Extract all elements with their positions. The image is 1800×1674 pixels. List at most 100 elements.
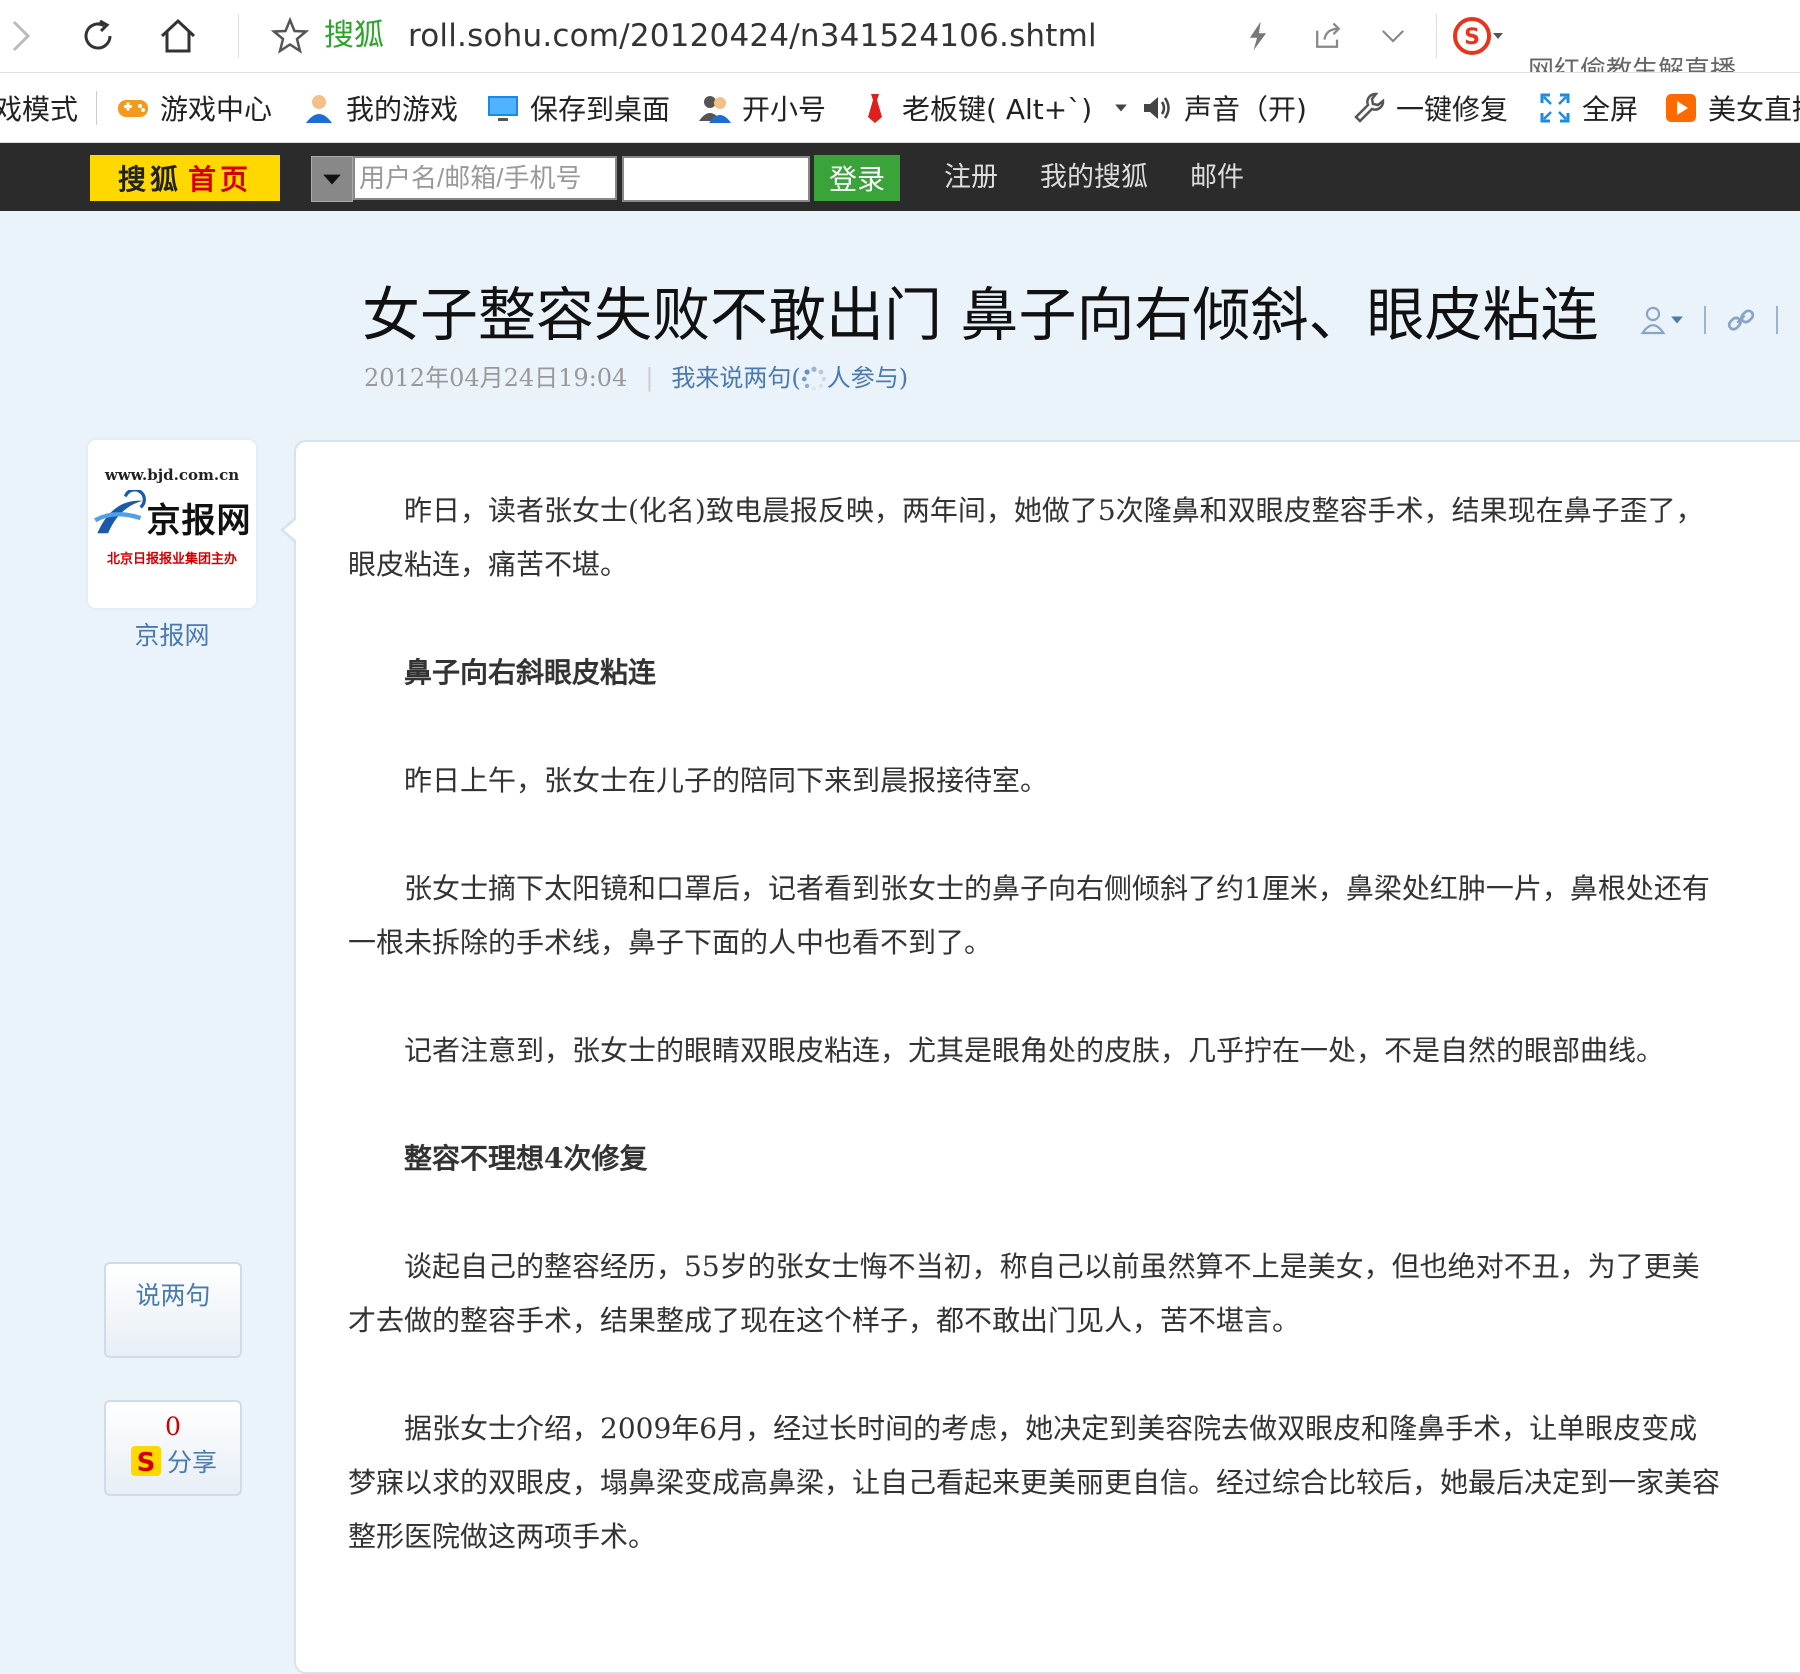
article-title: 女子整容失败不敢出门 鼻子向右倾斜、眼皮粘连 — [362, 281, 1599, 349]
bookmark-label: 声音（开) — [1184, 92, 1307, 126]
bookmark-star-button[interactable] — [262, 8, 318, 64]
article-body: 昨日，读者张女士(化名)致电晨报反映，两年间，她做了5次隆鼻和双眼皮整容手术，结… — [348, 484, 1720, 1618]
site-name: 搜狐 — [324, 18, 384, 53]
bookmark-label: 美女直播 — [1708, 92, 1800, 126]
account-type-dropdown[interactable] — [311, 156, 353, 202]
meta-divider: | — [645, 364, 654, 392]
home-button[interactable] — [150, 8, 206, 64]
chevron-right-icon — [12, 20, 31, 52]
toolbar-divider — [1436, 14, 1437, 58]
bookmark-label: 老板键( Alt+`) — [902, 92, 1093, 126]
speaker-icon — [1140, 91, 1174, 125]
users-icon — [698, 91, 732, 125]
source-logo-text: 京报网 — [146, 500, 252, 541]
comment-suffix: 人参与) — [826, 364, 909, 392]
toolbar-divider — [96, 91, 97, 125]
sogou-menu-button[interactable]: S — [1452, 16, 1504, 56]
headline-tools — [1640, 298, 1778, 342]
bookmark-one-click-fix[interactable]: 一键修复 — [1352, 73, 1508, 142]
caret-down-icon — [1671, 316, 1683, 324]
article-paragraph: 记者注意到，张女士的眼睛双眼皮粘连，尤其是眼角处的皮肤，几乎拧在一处，不是自然的… — [404, 1034, 1665, 1067]
lightning-icon[interactable] — [1240, 18, 1276, 54]
comment-button[interactable]: 说两句 — [104, 1262, 242, 1358]
user-outline-icon — [1640, 306, 1666, 335]
sohu-top-bar: 搜狐 首页 登录 注册 我的搜狐 邮件 — [0, 143, 1800, 211]
bookmark-my-games[interactable]: 我的游戏 — [302, 73, 458, 142]
publish-date: 2012年04月24日19:04 — [364, 364, 628, 392]
bookmark-boss-key[interactable]: 老板键( Alt+`) — [858, 73, 1128, 142]
bookmark-label: 一键修复 — [1396, 92, 1509, 126]
article-paragraph: 昨日，读者张女士(化名)致电晨报反映，两年间，她做了5次隆鼻和双眼皮整容手术，结… — [348, 494, 1704, 581]
share-count: 0 — [165, 1412, 181, 1441]
fullscreen-icon — [1538, 91, 1572, 125]
article-subheading: 鼻子向右斜眼皮粘连 — [404, 656, 657, 689]
mail-link[interactable]: 邮件 — [1190, 155, 1244, 201]
chevron-down-icon[interactable] — [1376, 19, 1410, 53]
username-input[interactable] — [353, 156, 617, 200]
caret-down-icon — [1115, 104, 1127, 111]
toolbar-divider — [238, 14, 239, 58]
bookmark-live[interactable]: 美女直播 — [1664, 73, 1800, 142]
my-sohu-link[interactable]: 我的搜狐 — [1040, 155, 1148, 201]
bookmark-label: 全屏 — [1582, 92, 1639, 126]
bookmark-label: 戏模式 — [0, 92, 79, 126]
caret-down-icon — [1493, 33, 1503, 39]
share-label: 分享 — [166, 1448, 217, 1477]
url-field[interactable]: roll.sohu.com/20120424/n341524106.shtml — [408, 14, 1097, 58]
user-menu-button[interactable] — [1640, 304, 1684, 336]
source-logo-subtitle: 北京日报报业集团主办 — [106, 552, 237, 567]
source-logo: 京报网 — [88, 490, 256, 544]
svg-text:S: S — [137, 1448, 156, 1478]
article-subheading: 整容不理想4次修复 — [404, 1142, 648, 1175]
news-ticker-text: 网红偷教生解直播 — [1528, 56, 1737, 72]
source-logo-card[interactable]: www.bjd.com.cn 京报网 北京日报报业集团主办 — [88, 440, 256, 608]
user-icon — [302, 91, 336, 125]
bookmark-label: 游戏中心 — [160, 92, 273, 126]
comment-link[interactable]: 我来说两句( 人参与) — [671, 364, 908, 392]
panel-pointer-inner — [284, 518, 298, 542]
tools-divider — [1776, 306, 1778, 334]
forward-button[interactable] — [0, 8, 48, 64]
comment-prefix: 我来说两句( — [671, 364, 801, 392]
sohu-home-link[interactable]: 搜狐 首页 — [90, 155, 280, 201]
bookmark-label: 我的游戏 — [346, 92, 459, 126]
jingbao-swirl-icon — [93, 490, 146, 534]
sohu-share-icon: S — [130, 1446, 161, 1478]
sogou-logo-icon: S — [1453, 17, 1491, 55]
svg-text:S: S — [1464, 25, 1480, 50]
tie-icon — [858, 91, 892, 125]
sohu-home-label: 首页 — [188, 163, 253, 196]
star-icon — [270, 16, 310, 54]
article-paragraph: 据张女士介绍，2009年6月，经过长时间的考虑，她决定到美容院去做双眼皮和隆鼻手… — [348, 1412, 1721, 1553]
home-icon — [160, 18, 196, 53]
bookmark-game-mode[interactable]: 戏模式 — [0, 73, 78, 142]
address-actions — [1240, 8, 1410, 64]
bookmark-game-center[interactable]: 游戏中心 — [116, 73, 272, 142]
share-button[interactable]: 0 S 分享 — [104, 1400, 242, 1496]
article-paragraph: 谈起自己的整容经历，55岁的张女士悔不当初，称自己以前虽然算不上是美女，但也绝对… — [348, 1250, 1700, 1337]
password-input[interactable] — [622, 156, 810, 202]
reload-icon — [84, 19, 112, 50]
share-row: S 分享 — [106, 1443, 240, 1479]
caret-down-icon — [323, 174, 341, 185]
bookmark-fullscreen[interactable]: 全屏 — [1538, 73, 1638, 142]
bookmark-label: 保存到桌面 — [530, 92, 671, 126]
news-ticker[interactable]: 网红偷教生解直播 — [1528, 52, 1800, 72]
login-button[interactable]: 登录 — [814, 155, 900, 201]
share-out-icon[interactable] — [1310, 18, 1346, 54]
sohu-home-brand: 搜狐 — [117, 163, 182, 196]
wrench-icon — [1352, 91, 1386, 125]
tools-divider — [1704, 306, 1706, 334]
source-name-link[interactable]: 京报网 — [88, 616, 256, 652]
bookmark-label: 开小号 — [742, 92, 827, 126]
reload-button[interactable] — [70, 8, 126, 64]
source-url-text: www.bjd.com.cn — [104, 466, 240, 484]
bookmark-alt-account[interactable]: 开小号 — [698, 73, 826, 142]
link-icon[interactable] — [1726, 305, 1756, 335]
register-link[interactable]: 注册 — [944, 155, 998, 201]
bookmark-save-desktop[interactable]: 保存到桌面 — [486, 73, 670, 142]
browser-address-bar: 搜狐 roll.sohu.com/20120424/n341524106.sht… — [0, 0, 1800, 73]
bookmark-sound[interactable]: 声音（开) — [1140, 73, 1307, 142]
monitor-icon — [486, 91, 520, 125]
article-paragraph: 昨日上午，张女士在儿子的陪同下来到晨报接待室。 — [404, 764, 1049, 797]
